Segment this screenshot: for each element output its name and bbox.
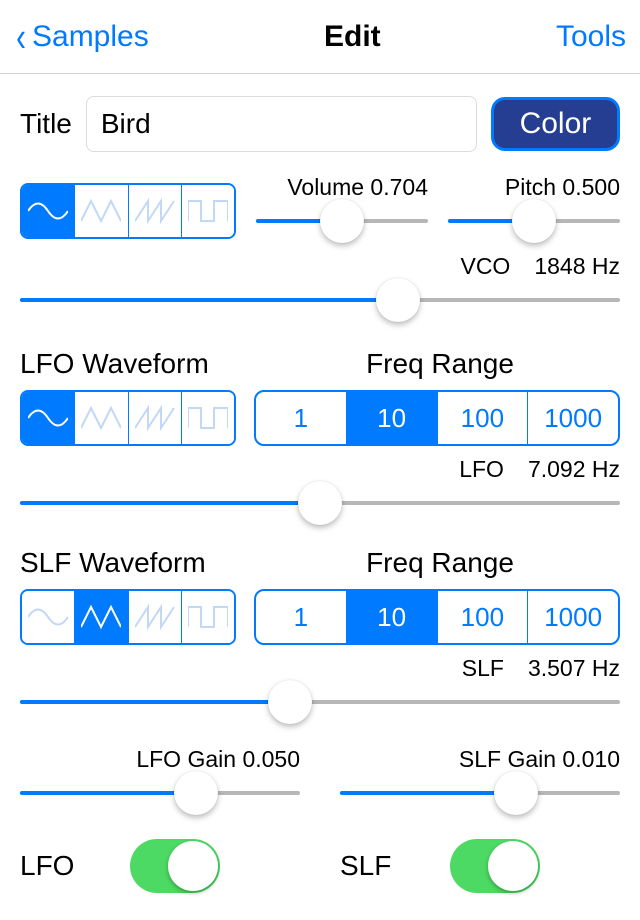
- wave-square-icon[interactable]: [182, 591, 234, 643]
- slf-switch[interactable]: [450, 839, 540, 893]
- slf-waveform-picker[interactable]: [20, 589, 236, 645]
- slf-gain-slider[interactable]: [340, 775, 620, 811]
- lfo-waveform-heading: LFO Waveform: [20, 348, 260, 380]
- chevron-left-icon: ‹: [16, 16, 26, 58]
- lfo-name: LFO: [459, 456, 504, 483]
- wave-sine-icon[interactable]: [22, 185, 75, 237]
- lfo-freqrange-picker[interactable]: 1 10 100 1000: [254, 390, 620, 446]
- slf-slider[interactable]: [20, 684, 620, 720]
- slf-freqrange-picker[interactable]: 1 10 100 1000: [254, 589, 620, 645]
- wave-triangle-icon[interactable]: [75, 392, 128, 444]
- freq-opt[interactable]: 10: [347, 392, 438, 444]
- primary-waveform-picker[interactable]: [20, 183, 236, 239]
- slf-freqrange-heading: Freq Range: [260, 547, 620, 579]
- slf-gain-label: SLF Gain 0.010: [340, 746, 620, 773]
- slf-waveform-heading: SLF Waveform: [20, 547, 260, 579]
- wave-sine-icon[interactable]: [22, 591, 75, 643]
- slf-switch-label: SLF: [340, 850, 410, 882]
- title-label: Title: [20, 108, 72, 140]
- slf-value: 3.507 Hz: [528, 655, 620, 682]
- lfo-switch-label: LFO: [20, 850, 90, 882]
- vco-value: 1848 Hz: [534, 253, 620, 280]
- lfo-gain-slider[interactable]: [20, 775, 300, 811]
- wave-saw-icon[interactable]: [129, 392, 182, 444]
- color-button[interactable]: Color: [491, 97, 620, 151]
- freq-opt[interactable]: 100: [438, 591, 529, 643]
- pitch-slider[interactable]: [448, 203, 620, 239]
- wave-square-icon[interactable]: [182, 392, 234, 444]
- title-input[interactable]: [86, 96, 477, 152]
- wave-square-icon[interactable]: [182, 185, 234, 237]
- back-button[interactable]: ‹ Samples: [14, 16, 149, 58]
- wave-sine-icon[interactable]: [22, 392, 75, 444]
- back-label: Samples: [32, 20, 149, 54]
- lfo-value: 7.092 Hz: [528, 456, 620, 483]
- lfo-freqrange-heading: Freq Range: [260, 348, 620, 380]
- pitch-label: Pitch 0.500: [448, 174, 620, 201]
- nav-bar: ‹ Samples Edit Tools: [0, 0, 640, 74]
- slf-name: SLF: [462, 655, 504, 682]
- page-title: Edit: [324, 20, 381, 54]
- volume-slider[interactable]: [256, 203, 428, 239]
- wave-saw-icon[interactable]: [129, 185, 182, 237]
- wave-triangle-icon[interactable]: [75, 185, 128, 237]
- freq-opt[interactable]: 1: [256, 392, 347, 444]
- wave-saw-icon[interactable]: [129, 591, 182, 643]
- wave-triangle-icon[interactable]: [75, 591, 128, 643]
- vco-slider[interactable]: [20, 282, 620, 318]
- lfo-slider[interactable]: [20, 485, 620, 521]
- freq-opt[interactable]: 1000: [528, 392, 618, 444]
- freq-opt[interactable]: 1: [256, 591, 347, 643]
- lfo-gain-label: LFO Gain 0.050: [20, 746, 300, 773]
- freq-opt[interactable]: 1000: [528, 591, 618, 643]
- tools-button[interactable]: Tools: [556, 20, 626, 54]
- vco-name: VCO: [460, 253, 510, 280]
- freq-opt[interactable]: 10: [347, 591, 438, 643]
- lfo-waveform-picker[interactable]: [20, 390, 236, 446]
- freq-opt[interactable]: 100: [438, 392, 529, 444]
- volume-label: Volume 0.704: [256, 174, 428, 201]
- lfo-switch[interactable]: [130, 839, 220, 893]
